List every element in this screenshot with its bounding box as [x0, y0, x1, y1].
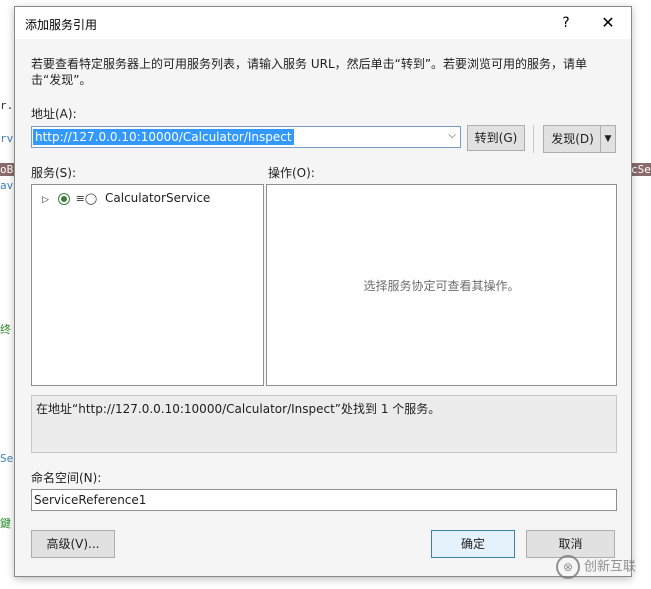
service-contract-icon — [57, 192, 70, 205]
close-icon[interactable]: ✕ — [597, 12, 619, 34]
tree-item-label: CalculatorService — [105, 191, 211, 205]
title-bar: 添加服务引用 ? ✕ — [15, 7, 631, 39]
watermark-logo-icon: ⊗ — [556, 555, 580, 579]
namespace-label: 命名空间(N): — [31, 471, 102, 485]
background-code-highlight: cSe — [631, 163, 651, 176]
address-combobox[interactable]: http://127.0.0.10:10000/Calculator/Inspe… — [31, 126, 461, 148]
services-label: 服务(S): — [31, 166, 77, 180]
operations-hint: 选择服务协定可查看其操作。 — [363, 279, 520, 293]
globe-service-icon: ≡◯ — [75, 191, 98, 205]
discover-button-label: 发现(D) — [551, 132, 594, 146]
status-message-area: 在地址“http://127.0.0.10:10000/Calculator/I… — [31, 395, 617, 453]
background-code-line: 鍵 — [0, 517, 11, 530]
add-service-reference-dialog: 添加服务引用 ? ✕ 若要查看特定服务器上的可用服务列表，请输入服务 URL，然… — [14, 6, 632, 577]
cancel-button[interactable]: 取消 — [526, 530, 615, 558]
tree-item-calculatorservice[interactable]: ▷ ≡◯ CalculatorService — [42, 189, 210, 207]
address-label: 地址(A): — [31, 107, 77, 121]
advanced-button[interactable]: 高级(V)... — [31, 530, 115, 558]
operations-label: 操作(O): — [268, 166, 315, 180]
status-text: 在地址“http://127.0.0.10:10000/Calculator/I… — [36, 402, 441, 416]
address-input-value[interactable]: http://127.0.0.10:10000/Calculator/Inspe… — [33, 129, 294, 145]
toolbar-separator — [533, 125, 534, 153]
operations-list[interactable]: 选择服务协定可查看其操作。 — [266, 184, 617, 386]
discover-dropdown-icon[interactable]: ▼ — [600, 126, 615, 152]
services-tree[interactable]: ▷ ≡◯ CalculatorService — [31, 184, 264, 386]
go-button[interactable]: 转到(G) — [467, 125, 525, 151]
discover-button[interactable]: 发现(D) ▼ — [543, 125, 616, 153]
background-code-line: 终 — [0, 323, 11, 336]
chevron-down-icon[interactable]: ⌵ — [448, 130, 456, 141]
watermark: ⊗ 创新互联 — [556, 555, 651, 585]
ok-button[interactable]: 确定 — [431, 530, 515, 558]
namespace-input[interactable]: ServiceReference1 — [31, 489, 617, 511]
expand-arrow-icon[interactable]: ▷ — [42, 191, 54, 209]
background-code-line: Se — [0, 452, 14, 465]
dialog-title: 添加服务引用 — [25, 18, 98, 32]
dialog-description: 若要查看特定服务器上的可用服务列表，请输入服务 URL，然后单击“转到”。若要浏… — [31, 57, 588, 87]
help-icon[interactable]: ? — [555, 12, 577, 34]
watermark-text: 创新互联 — [584, 559, 637, 575]
